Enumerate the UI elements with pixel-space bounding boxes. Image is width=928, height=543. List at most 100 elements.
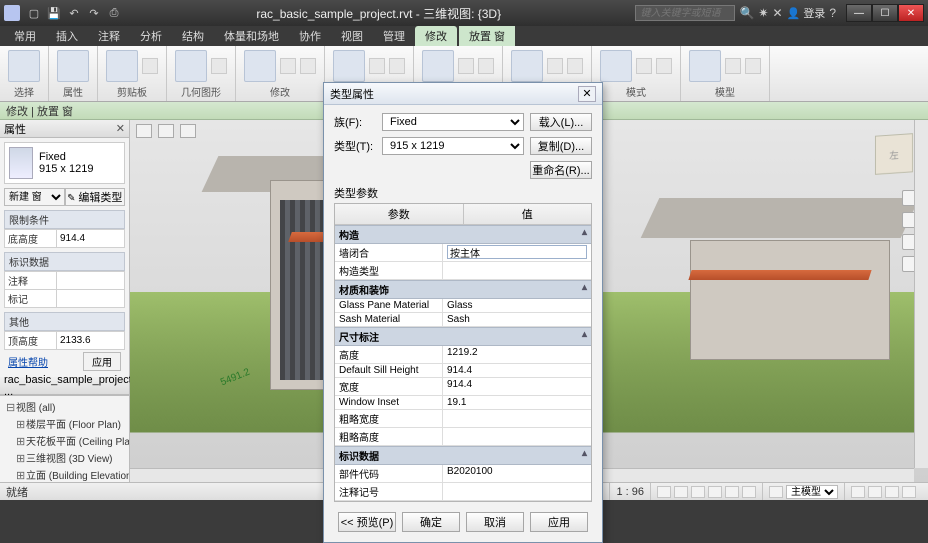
cancel-button[interactable]: 取消 <box>466 512 524 532</box>
properties-close-icon[interactable]: ✕ <box>116 122 125 135</box>
view-control-icon[interactable] <box>657 486 671 498</box>
load-button[interactable]: 载入(L)... <box>530 113 592 131</box>
ribbon-button-icon[interactable] <box>244 50 276 82</box>
ribbon-tab-结构[interactable]: 结构 <box>172 26 214 46</box>
ribbon-tab-常用[interactable]: 常用 <box>4 26 46 46</box>
tree-node[interactable]: ⊞三维视图 (3D View) <box>2 449 127 466</box>
window-close-button[interactable]: ✕ <box>898 4 924 22</box>
main-model-select[interactable]: 主模型 <box>786 485 838 499</box>
canvas-control-icon[interactable] <box>180 124 196 138</box>
selection-icon[interactable] <box>885 486 899 498</box>
ribbon-button-icon[interactable] <box>106 50 138 82</box>
window-maximize-button[interactable]: ☐ <box>872 4 898 22</box>
tree-twisty-icon[interactable]: ⊞ <box>16 469 26 482</box>
dialog-close-icon[interactable]: ✕ <box>578 86 596 102</box>
view-control-icon[interactable] <box>708 486 722 498</box>
subscription-icon[interactable]: ✷ <box>758 6 768 20</box>
prop-mark-value[interactable] <box>57 290 125 308</box>
ribbon-button-icon[interactable] <box>300 58 316 74</box>
ribbon-tab-分析[interactable]: 分析 <box>130 26 172 46</box>
view-control-icon[interactable] <box>725 486 739 498</box>
ribbon-button-icon[interactable] <box>600 50 632 82</box>
param-group-header[interactable]: 构造▴ <box>335 225 591 244</box>
ribbon-button-icon[interactable] <box>422 50 454 82</box>
collapse-icon[interactable]: ▴ <box>582 329 587 340</box>
duplicate-button[interactable]: 复制(D)... <box>530 137 592 155</box>
ribbon-button-icon[interactable] <box>211 58 227 74</box>
help-icon[interactable]: ? <box>829 6 836 20</box>
preview-button[interactable]: << 预览(P) <box>338 512 396 532</box>
edit-type-button[interactable]: ✎ 编辑类型 <box>65 188 126 206</box>
qat-print-icon[interactable]: ⎙ <box>106 5 122 21</box>
view-control-icon[interactable] <box>691 486 705 498</box>
param-value[interactable]: Glass <box>443 299 591 312</box>
tree-twisty-icon[interactable]: ⊞ <box>16 452 26 465</box>
ribbon-tab-视图[interactable]: 视图 <box>331 26 373 46</box>
param-value[interactable] <box>443 244 591 261</box>
collapse-icon[interactable]: ▴ <box>582 282 587 293</box>
param-group-header[interactable]: 材质和装饰▴ <box>335 280 591 299</box>
ribbon-button-icon[interactable] <box>636 58 652 74</box>
prop-comment-value[interactable] <box>57 272 125 290</box>
selection-icon[interactable] <box>902 486 916 498</box>
worksharing-icon[interactable] <box>769 486 783 498</box>
ribbon-tab-插入[interactable]: 插入 <box>46 26 88 46</box>
rename-button[interactable]: 重命名(R)... <box>530 161 592 179</box>
app-menu-icon[interactable] <box>4 5 20 21</box>
dialog-apply-button[interactable]: 应用 <box>530 512 588 532</box>
ribbon-tab-管理[interactable]: 管理 <box>373 26 415 46</box>
prop-sill-value[interactable]: 914.4 <box>57 230 125 248</box>
vertical-scrollbar[interactable] <box>914 120 928 468</box>
canvas-control-icon[interactable] <box>136 124 152 138</box>
group-other[interactable]: 其他 <box>4 312 125 331</box>
param-group-header[interactable]: 尺寸标注▴ <box>335 327 591 346</box>
param-value[interactable]: Sash <box>443 313 591 326</box>
ribbon-button-icon[interactable] <box>142 58 158 74</box>
param-value-input[interactable] <box>447 245 587 259</box>
collapse-icon[interactable]: ▴ <box>582 448 587 459</box>
qat-save-icon[interactable]: 💾 <box>46 5 62 21</box>
group-constraints[interactable]: 限制条件 <box>4 210 125 229</box>
ribbon-button-icon[interactable] <box>280 58 296 74</box>
tree-node[interactable]: ⊞立面 (Building Elevation) <box>2 466 127 482</box>
tree-twisty-icon[interactable]: ⊞ <box>16 418 26 431</box>
ribbon-button-icon[interactable] <box>458 58 474 74</box>
search-icon[interactable]: 🔍 <box>739 6 754 20</box>
window-minimize-button[interactable]: ― <box>846 4 872 22</box>
param-value[interactable] <box>443 428 591 445</box>
type-selector[interactable]: Fixed 915 x 1219 <box>4 142 125 184</box>
ribbon-button-icon[interactable] <box>333 50 365 82</box>
help-search-input[interactable] <box>635 5 735 21</box>
param-value[interactable] <box>443 410 591 427</box>
tree-twisty-icon[interactable]: ⊞ <box>16 435 26 448</box>
view-cube[interactable]: 左 <box>875 133 913 175</box>
qat-redo-icon[interactable]: ↷ <box>86 5 102 21</box>
type-select[interactable]: 915 x 1219 <box>382 137 524 155</box>
param-value[interactable]: B2020100 <box>443 465 591 482</box>
ribbon-tab-修改[interactable]: 修改 <box>415 26 457 46</box>
ribbon-button-icon[interactable] <box>8 50 40 82</box>
param-group-header[interactable]: 标识数据▴ <box>335 446 591 465</box>
properties-help-link[interactable]: 属性帮助 <box>8 354 48 369</box>
group-iddata[interactable]: 标识数据 <box>4 252 125 271</box>
collapse-icon[interactable]: ▴ <box>582 227 587 238</box>
ribbon-button-icon[interactable] <box>478 58 494 74</box>
filter-icon[interactable] <box>851 486 865 498</box>
family-select[interactable]: Fixed <box>382 113 524 131</box>
ribbon-tab-注释[interactable]: 注释 <box>88 26 130 46</box>
ribbon-button-icon[interactable] <box>745 58 761 74</box>
param-value[interactable] <box>443 483 591 500</box>
ribbon-button-icon[interactable] <box>175 50 207 82</box>
tree-node[interactable]: ⊞楼层平面 (Floor Plan) <box>2 415 127 432</box>
ribbon-button-icon[interactable] <box>369 58 385 74</box>
param-value[interactable] <box>443 262 591 279</box>
status-zoom[interactable]: 1 : 96 <box>616 486 644 498</box>
exchange-icon[interactable]: ✕ <box>772 6 782 20</box>
prop-top-value[interactable]: 2133.6 <box>57 332 125 350</box>
param-value[interactable]: 914.4 <box>443 364 591 377</box>
view-control-icon[interactable] <box>742 486 756 498</box>
signin-button[interactable]: 👤 登录 <box>787 5 826 21</box>
qat-open-icon[interactable]: ▢ <box>26 5 42 21</box>
ribbon-tab-体量和场地[interactable]: 体量和场地 <box>214 26 289 46</box>
tree-node[interactable]: ⊞天花板平面 (Ceiling Plan) <box>2 432 127 449</box>
